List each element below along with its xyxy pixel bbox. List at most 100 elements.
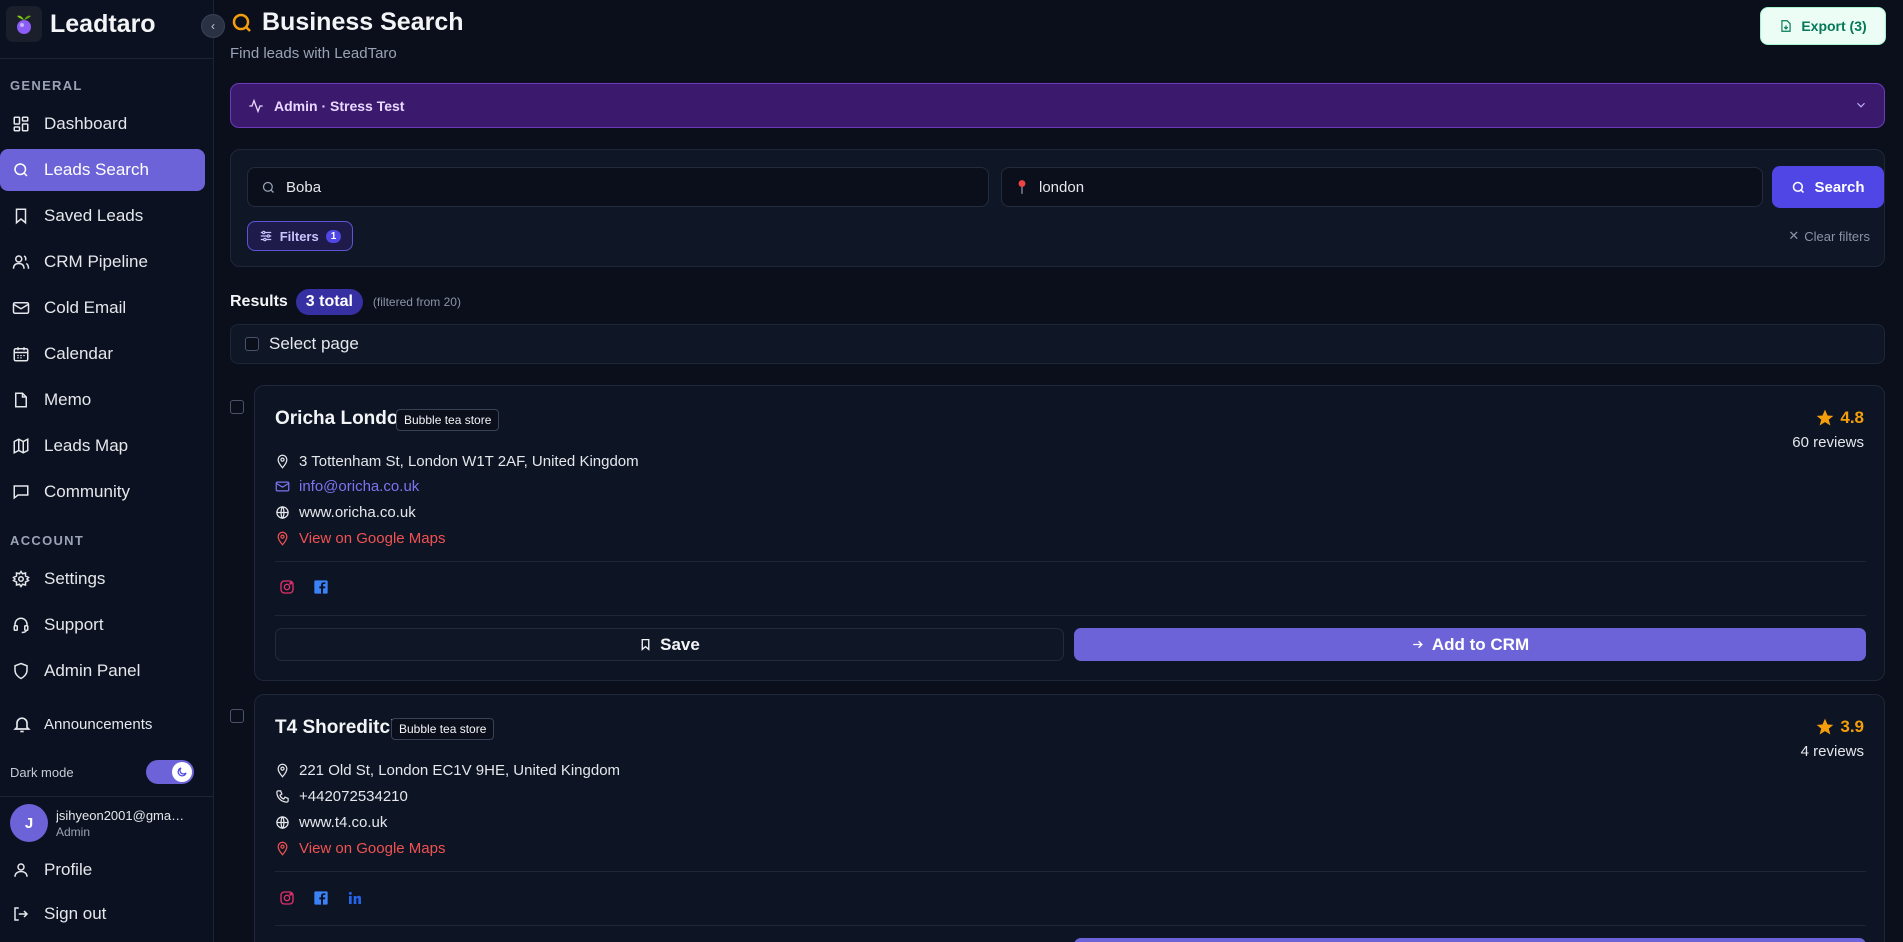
phone-link[interactable]: +442072534210 bbox=[299, 788, 408, 805]
results-label: Results bbox=[230, 293, 288, 310]
sidebar-item-label: CRM Pipeline bbox=[44, 252, 148, 271]
divider bbox=[275, 871, 1866, 872]
dashboard-icon bbox=[12, 115, 30, 133]
website-link[interactable]: www.oricha.co.uk bbox=[299, 504, 416, 521]
sidebar-item-label: Saved Leads bbox=[44, 206, 144, 225]
moon-icon bbox=[172, 762, 192, 782]
sliders-icon bbox=[259, 229, 273, 243]
sidebar-item-dashboard[interactable]: Dashboard bbox=[0, 103, 205, 145]
lead-select-checkbox[interactable] bbox=[230, 400, 244, 414]
address-row: 3 Tottenham St, London W1T 2AF, United K… bbox=[275, 453, 639, 470]
website-row[interactable]: www.t4.co.uk bbox=[275, 814, 387, 831]
sidebar-item-leads-search[interactable]: Leads Search bbox=[0, 149, 205, 191]
sidebar-item-support[interactable]: Support bbox=[0, 604, 205, 646]
facebook-icon[interactable] bbox=[313, 579, 329, 595]
sidebar-item-settings[interactable]: Settings bbox=[0, 558, 205, 600]
export-button[interactable]: Export (3) bbox=[1760, 7, 1886, 45]
sidebar-item-cold-email[interactable]: Cold Email bbox=[0, 287, 205, 329]
divider bbox=[0, 58, 214, 59]
filters-label: Filters bbox=[279, 228, 319, 244]
search-query-value: Boba bbox=[286, 178, 322, 196]
select-page-checkbox[interactable] bbox=[245, 337, 259, 351]
instagram-icon[interactable] bbox=[279, 890, 295, 906]
sidebar-item-label: Memo bbox=[44, 390, 92, 409]
brand[interactable]: Leadtaro bbox=[6, 6, 156, 42]
sidebar-item-leads-map[interactable]: Leads Map bbox=[0, 425, 205, 467]
add-to-crm-button[interactable] bbox=[1074, 938, 1866, 942]
headset-icon bbox=[12, 616, 30, 634]
search-icon bbox=[261, 180, 276, 195]
filters-button[interactable]: Filters 1 bbox=[247, 221, 353, 251]
google-maps-row[interactable]: View on Google Maps bbox=[275, 530, 445, 547]
mail-icon bbox=[12, 299, 30, 317]
location-input[interactable]: london bbox=[1001, 167, 1763, 207]
announcements-link[interactable]: Announcements bbox=[12, 714, 152, 734]
search-button[interactable]: Search bbox=[1772, 166, 1884, 208]
globe-icon bbox=[275, 815, 290, 830]
dark-mode-toggle[interactable] bbox=[146, 760, 194, 784]
sidebar-item-crm-pipeline[interactable]: CRM Pipeline bbox=[0, 241, 205, 283]
google-maps-row[interactable]: View on Google Maps bbox=[275, 840, 445, 857]
results-total-badge: 3 total bbox=[295, 289, 363, 315]
search-input[interactable]: Boba bbox=[247, 167, 989, 207]
website-row[interactable]: www.oricha.co.uk bbox=[275, 504, 416, 521]
sidebar-item-label: Support bbox=[44, 615, 104, 634]
select-page-bar: Select page bbox=[230, 324, 1885, 364]
add-to-crm-button[interactable]: Add to CRM bbox=[1074, 628, 1866, 661]
phone-row[interactable]: +442072534210 bbox=[275, 788, 408, 805]
admin-stress-test-bar[interactable]: Admin · Stress Test bbox=[230, 83, 1885, 128]
sign-out-link[interactable]: Sign out bbox=[0, 893, 205, 935]
profile-link[interactable]: Profile bbox=[0, 849, 205, 891]
save-button[interactable]: Save bbox=[275, 628, 1064, 661]
sidebar-item-saved-leads[interactable]: Saved Leads bbox=[0, 195, 205, 237]
social-links bbox=[279, 890, 363, 906]
email-link[interactable]: info@oricha.co.uk bbox=[299, 478, 419, 495]
sidebar-item-calendar[interactable]: Calendar bbox=[0, 333, 205, 375]
section-label-account: ACCOUNT bbox=[10, 533, 85, 548]
category-badge: Bubble tea store bbox=[391, 718, 495, 740]
shield-icon bbox=[12, 662, 30, 680]
admin-bar-label: Admin · Stress Test bbox=[274, 97, 405, 114]
clear-filters-button[interactable]: ✕ Clear filters bbox=[1788, 228, 1870, 244]
sidebar-item-community[interactable]: Community bbox=[0, 471, 205, 513]
bookmark-icon bbox=[639, 638, 652, 651]
rating: 3.9 bbox=[1815, 717, 1864, 737]
website-link[interactable]: www.t4.co.uk bbox=[299, 814, 387, 831]
brand-name: Leadtaro bbox=[50, 9, 156, 38]
phone-icon bbox=[275, 789, 290, 804]
divider bbox=[0, 796, 214, 797]
google-maps-link[interactable]: View on Google Maps bbox=[299, 530, 445, 547]
chevron-down-icon bbox=[1854, 98, 1868, 112]
mail-icon bbox=[275, 479, 290, 494]
dark-mode-label: Dark mode bbox=[10, 764, 74, 780]
instagram-icon[interactable] bbox=[279, 579, 295, 595]
star-icon bbox=[1815, 408, 1835, 428]
sidebar-item-label: Dashboard bbox=[44, 114, 128, 133]
facebook-icon[interactable] bbox=[313, 890, 329, 906]
lead-select-checkbox[interactable] bbox=[230, 709, 244, 723]
results-filter-note: (filtered from 20) bbox=[372, 295, 461, 309]
avatar: J bbox=[10, 804, 48, 842]
users-icon bbox=[12, 253, 30, 271]
user-info[interactable]: J jsihyeon2001@gmail.com Admin bbox=[10, 804, 186, 842]
sidebar-item-label: Cold Email bbox=[44, 298, 127, 317]
sidebar-item-memo[interactable]: Memo bbox=[0, 379, 205, 421]
select-page-label: Select page bbox=[269, 334, 359, 353]
lead-name[interactable]: T4 Shoreditch bbox=[275, 717, 402, 739]
lead-card: Oricha London Bubble tea store 4.8 60 re… bbox=[254, 385, 1885, 681]
divider bbox=[275, 615, 1866, 616]
linkedin-icon[interactable] bbox=[347, 890, 363, 906]
email-row[interactable]: info@oricha.co.uk bbox=[275, 478, 419, 495]
address-row: 221 Old St, London EC1V 9HE, United King… bbox=[275, 762, 620, 779]
search-icon bbox=[12, 161, 30, 179]
location-value: london bbox=[1039, 178, 1085, 196]
google-maps-link[interactable]: View on Google Maps bbox=[299, 840, 445, 857]
sidebar-item-admin-panel[interactable]: Admin Panel bbox=[0, 650, 205, 692]
bell-icon bbox=[12, 714, 32, 734]
collapse-sidebar-button[interactable]: ‹ bbox=[201, 14, 225, 38]
map-pin-icon bbox=[275, 531, 290, 546]
lead-name[interactable]: Oricha London bbox=[275, 408, 410, 430]
category-badge: Bubble tea store bbox=[396, 409, 500, 431]
sidebar-item-label: Settings bbox=[44, 569, 106, 588]
rating: 4.8 bbox=[1815, 408, 1864, 428]
